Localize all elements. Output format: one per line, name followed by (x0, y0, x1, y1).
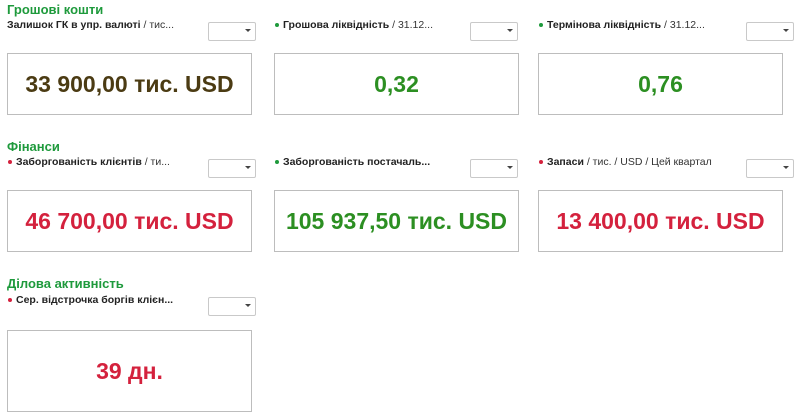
status-dot-icon (275, 22, 279, 27)
status-dot-icon (539, 159, 543, 164)
widget-label: Сер. відстрочка боргів клієн... (7, 293, 197, 307)
widget-value-box: 33 900,00 тис. USD (7, 53, 252, 115)
chevron-down-icon (245, 166, 251, 169)
widget-value-box: 0,32 (274, 53, 519, 115)
period-select[interactable] (746, 159, 794, 178)
period-select[interactable] (746, 22, 794, 41)
widget-label: Термінова ліквідність / 31.12... (538, 18, 728, 32)
widget-name: Запаси (547, 156, 584, 168)
status-dot-icon (8, 159, 12, 164)
status-dot-icon (275, 159, 279, 164)
period-select[interactable] (470, 22, 518, 41)
widget-balance: Залишок ГК в упр. валюті / тис... 33 900… (7, 18, 262, 115)
widget-avg-payment-delay: Сер. відстрочка боргів клієн... 39 дн. (7, 293, 262, 412)
widget-value: 0,32 (374, 70, 419, 97)
section-title-cash: Грошові кошти (7, 2, 104, 17)
widget-value-box: 39 дн. (7, 330, 252, 412)
widget-params: / ти... (141, 156, 170, 168)
widget-name: Заборгованість постачаль... (283, 156, 431, 168)
widget-value-box: 105 937,50 тис. USD (274, 190, 519, 252)
widget-name: Заборгованість клієнтів (16, 156, 142, 168)
chevron-down-icon (783, 29, 789, 32)
widget-payables: Заборгованість постачаль... 105 937,50 т… (274, 155, 529, 252)
widget-value: 46 700,00 тис. USD (25, 207, 234, 234)
widget-value: 13 400,00 тис. USD (556, 207, 765, 234)
section-title-finance: Фінанси (7, 139, 60, 154)
period-select[interactable] (208, 297, 256, 316)
period-select[interactable] (208, 22, 256, 41)
widget-name: Грошова ліквідність (283, 19, 390, 31)
widget-label: Заборгованість клієнтів / ти... (7, 155, 197, 169)
widget-params: / тис... (140, 19, 174, 31)
widget-name: Термінова ліквідність (547, 19, 662, 31)
widget-params: / 31.12... (661, 19, 705, 31)
widget-value: 39 дн. (96, 357, 163, 384)
section-title-business-activity: Ділова активність (7, 276, 124, 291)
widget-label: Грошова ліквідність / 31.12... (274, 18, 464, 32)
period-select[interactable] (470, 159, 518, 178)
widget-name: Залишок ГК в упр. валюті (7, 19, 141, 31)
chevron-down-icon (507, 29, 513, 32)
chevron-down-icon (783, 166, 789, 169)
period-select[interactable] (208, 159, 256, 178)
widget-label: Запаси / тис. / USD / Цей квартал (538, 155, 728, 169)
status-dot-icon (8, 297, 12, 302)
widget-inventory: Запаси / тис. / USD / Цей квартал 13 400… (538, 155, 794, 252)
widget-value: 105 937,50 тис. USD (285, 207, 508, 234)
chevron-down-icon (507, 166, 513, 169)
widget-value-box: 46 700,00 тис. USD (7, 190, 252, 252)
status-dot-icon (539, 22, 543, 27)
widget-quick-liquidity: Термінова ліквідність / 31.12... 0,76 (538, 18, 794, 115)
widget-label: Заборгованість постачаль... (274, 155, 464, 169)
widget-params: / 31.12... (389, 19, 433, 31)
widget-params: / тис. / USD / Цей квартал (583, 156, 712, 168)
widget-value-box: 13 400,00 тис. USD (538, 190, 783, 252)
chevron-down-icon (245, 29, 251, 32)
widget-value: 0,76 (638, 70, 683, 97)
widget-receivables: Заборгованість клієнтів / ти... 46 700,0… (7, 155, 262, 252)
widget-value: 33 900,00 тис. USD (25, 70, 234, 97)
widget-name: Сер. відстрочка боргів клієн... (16, 294, 174, 306)
widget-label: Залишок ГК в упр. валюті / тис... (7, 18, 197, 32)
widget-value-box: 0,76 (538, 53, 783, 115)
chevron-down-icon (245, 304, 251, 307)
widget-cash-liquidity: Грошова ліквідність / 31.12... 0,32 (274, 18, 529, 115)
